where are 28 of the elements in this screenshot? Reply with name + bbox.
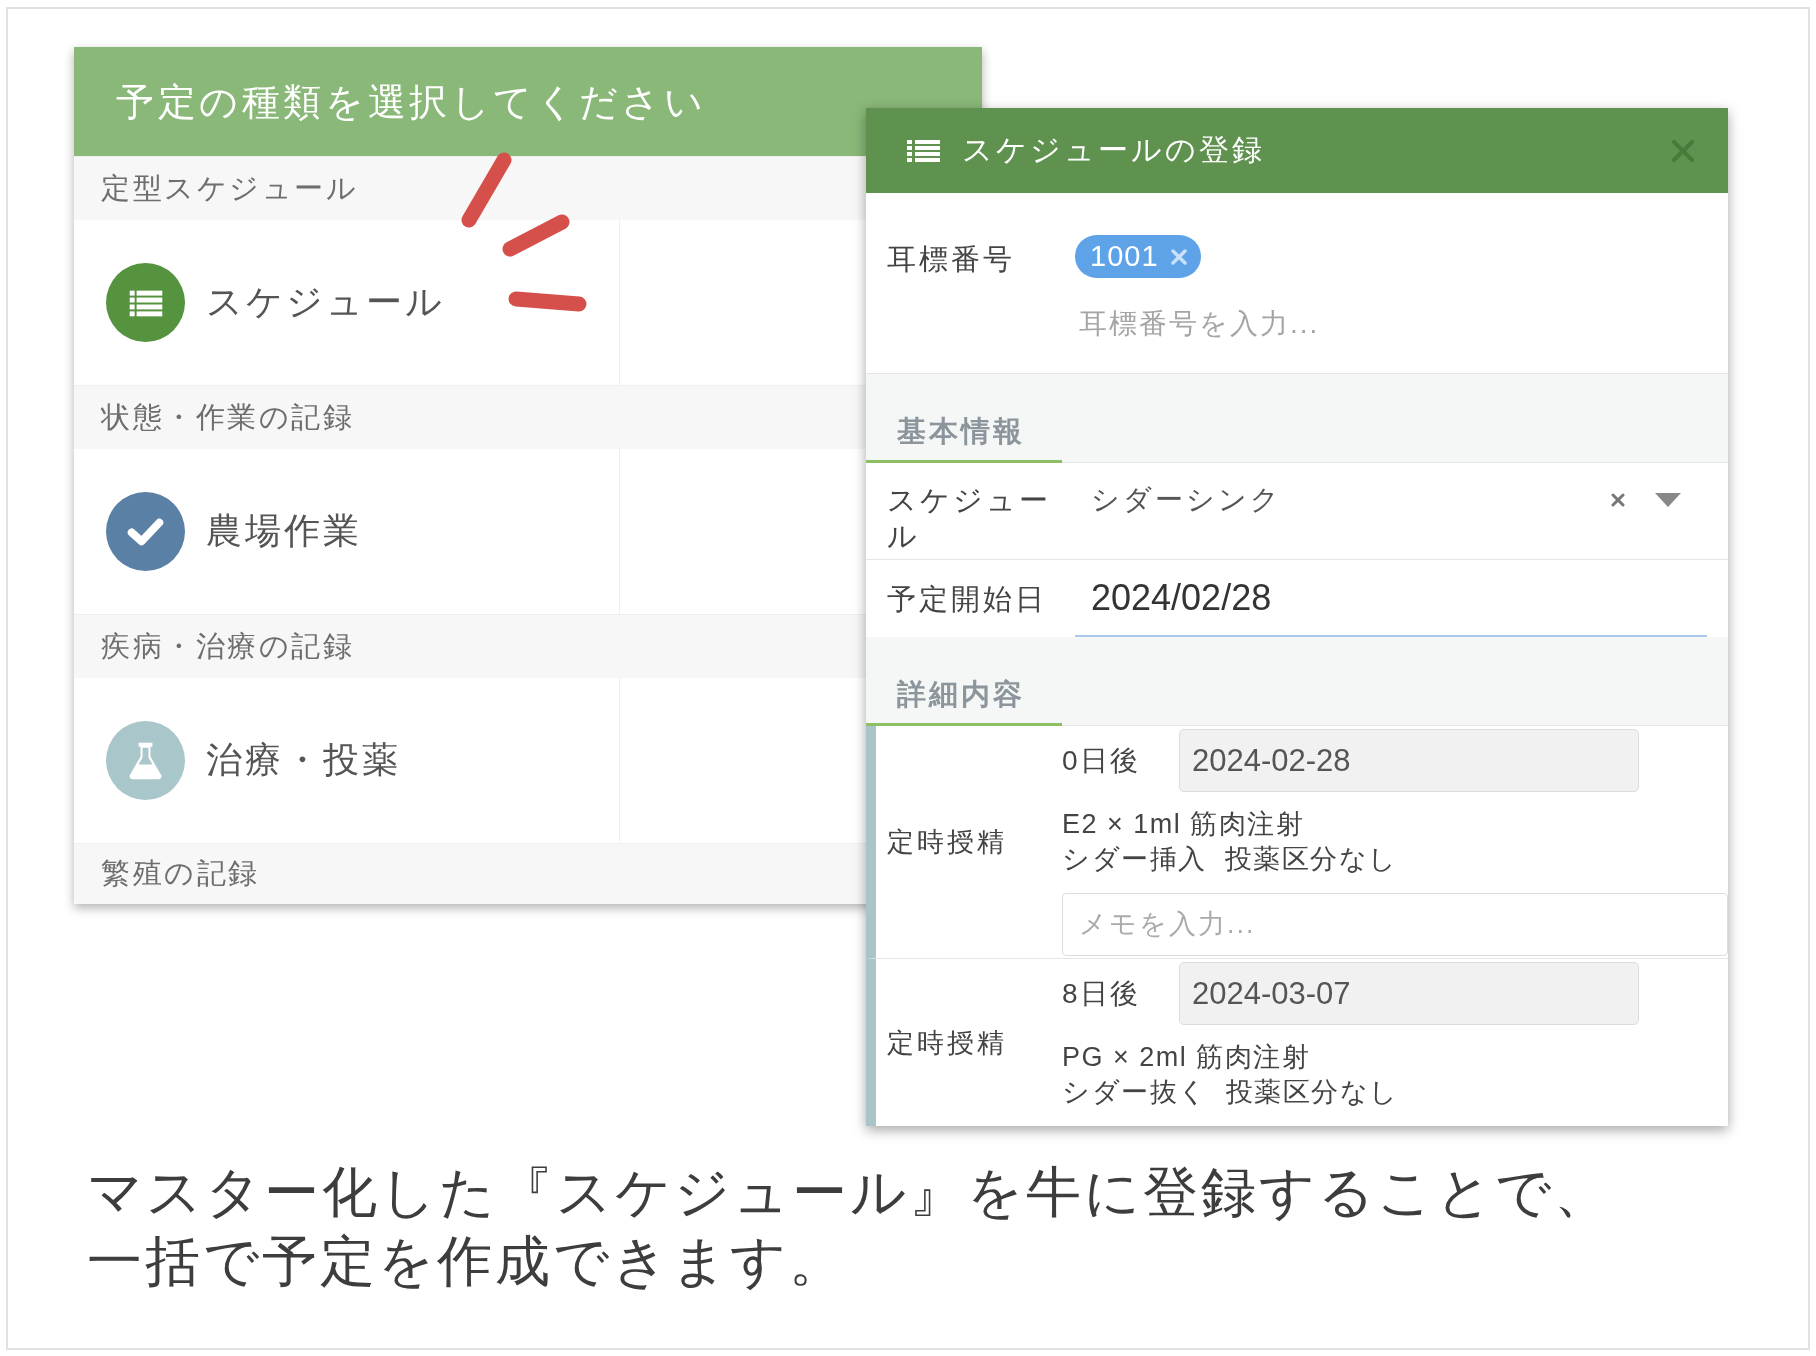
offset-label: 8日後 bbox=[1062, 976, 1141, 1011]
caret-icon bbox=[1655, 493, 1681, 507]
memo-input[interactable]: メモを入力... bbox=[1062, 893, 1728, 956]
dose-text: PG × 2ml 筋肉注射 bbox=[1062, 1041, 1311, 1074]
remove-icon bbox=[1170, 248, 1187, 265]
tag-input[interactable]: 耳標番号を入力... bbox=[1075, 303, 1699, 345]
list-icon bbox=[907, 139, 940, 162]
note-text: シダー抜く 投薬区分なし bbox=[1062, 1076, 1399, 1109]
note-text: シダー挿入 投薬区分なし bbox=[1062, 843, 1398, 876]
panel-title: 予定の種類を選択してください bbox=[116, 79, 707, 125]
field-label: 耳標番号 bbox=[887, 242, 1016, 277]
step-label: 定時授精 bbox=[886, 1026, 1008, 1060]
date-field[interactable]: 2024-02-28 bbox=[1179, 729, 1639, 792]
list-icon bbox=[106, 263, 185, 342]
section-title: 基本情報 bbox=[866, 413, 1062, 463]
flask-icon bbox=[106, 721, 185, 800]
section-title: 詳細内容 bbox=[866, 676, 1062, 726]
field-label: スケジュール bbox=[887, 483, 1052, 554]
caption-text: マスター化した『スケジュール』を牛に登録することで、一括で予定を作成できます。 bbox=[87, 1160, 1613, 1294]
clear-icon bbox=[1611, 493, 1625, 507]
dose-text: E2 × 1ml 筋肉注射 bbox=[1062, 808, 1305, 841]
select-field[interactable]: シダーシンク bbox=[1075, 482, 1707, 518]
offset-label: 0日後 bbox=[1062, 743, 1141, 778]
close-icon bbox=[1672, 139, 1694, 162]
check-icon bbox=[106, 492, 185, 571]
field-label: 予定開始日 bbox=[887, 581, 1048, 617]
date-field[interactable]: 2024-03-07 bbox=[1179, 962, 1639, 1025]
date-field[interactable]: 2024/02/28 bbox=[1075, 560, 1707, 637]
